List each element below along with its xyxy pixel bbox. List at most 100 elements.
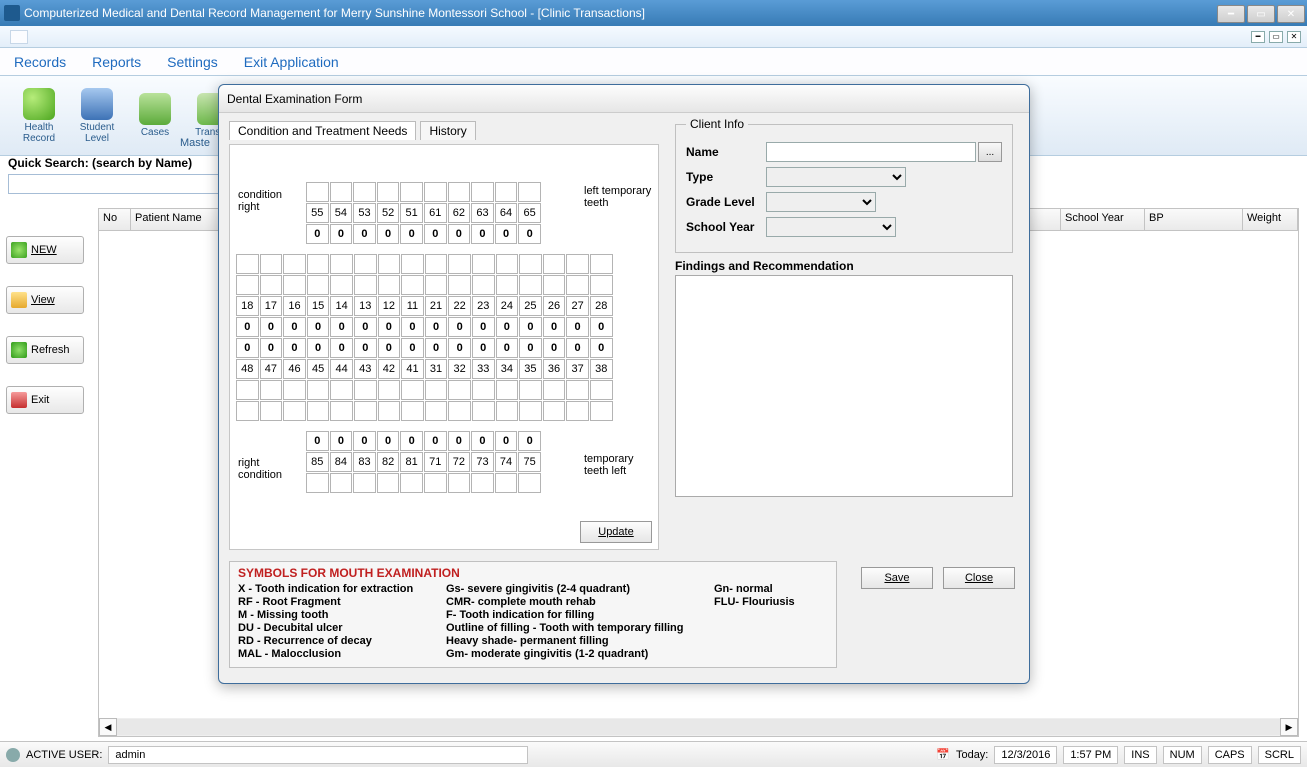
scroll-right-icon[interactable]: ▶ [1280,718,1298,736]
tooth-cell[interactable] [283,380,306,400]
tooth-cell[interactable] [448,401,471,421]
tooth-cell[interactable] [448,473,471,493]
tooth-cell[interactable] [401,380,424,400]
tooth-cell[interactable] [260,254,283,274]
tooth-cell[interactable] [425,401,448,421]
tooth-cell[interactable] [283,254,306,274]
tooth-cell[interactable] [495,473,518,493]
tooth-cell[interactable] [448,275,471,295]
tooth-cell[interactable] [496,275,519,295]
tooth-cell[interactable] [330,473,353,493]
tooth-cell[interactable] [330,401,353,421]
year-select[interactable] [766,217,896,237]
tooth-cell[interactable] [543,254,566,274]
tooth-cell[interactable] [401,401,424,421]
minimize-button[interactable]: ━ [1217,5,1245,23]
tooth-cell[interactable] [566,401,589,421]
tooth-cell[interactable] [472,254,495,274]
tooth-cell[interactable] [307,401,330,421]
tooth-cell[interactable] [519,401,542,421]
tooth-cell[interactable] [543,401,566,421]
app-menu-icon[interactable] [10,30,28,44]
col-bp[interactable]: BP [1145,209,1243,230]
tooth-cell[interactable] [401,254,424,274]
tooth-cell[interactable] [307,254,330,274]
menu-settings[interactable]: Settings [167,54,218,70]
tooth-cell[interactable] [424,473,447,493]
tooth-cell[interactable] [448,182,471,202]
close-button[interactable]: Close [943,567,1015,589]
tooth-cell[interactable] [590,401,613,421]
menu-exit[interactable]: Exit Application [244,54,339,70]
tooth-cell[interactable] [519,254,542,274]
tooth-cell[interactable] [236,254,259,274]
ribbon-cases[interactable]: Cases [126,93,184,138]
col-no[interactable]: No [99,209,131,230]
tooth-cell[interactable] [448,380,471,400]
tooth-cell[interactable] [307,380,330,400]
tooth-cell[interactable] [330,380,353,400]
tooth-cell[interactable] [471,473,494,493]
tooth-cell[interactable] [400,182,423,202]
tooth-cell[interactable] [353,473,376,493]
exit-button[interactable]: Exit [6,386,84,414]
tooth-cell[interactable] [518,473,541,493]
tooth-cell[interactable] [519,275,542,295]
update-button[interactable]: Update [580,521,652,543]
tooth-cell[interactable] [400,473,423,493]
mdi-minimize-button[interactable]: ━ [1251,31,1265,43]
tooth-cell[interactable] [353,182,376,202]
tooth-cell[interactable] [307,275,330,295]
name-input[interactable] [766,142,976,162]
ribbon-student-level[interactable]: Student Level [68,88,126,144]
type-select[interactable] [766,167,906,187]
tooth-cell[interactable] [448,254,471,274]
tooth-cell[interactable] [330,182,353,202]
scroll-left-icon[interactable]: ◀ [99,718,117,736]
grade-select[interactable] [766,192,876,212]
tooth-cell[interactable] [377,182,400,202]
tooth-cell[interactable] [354,275,377,295]
tooth-cell[interactable] [378,401,401,421]
browse-name-button[interactable]: ... [978,142,1002,162]
tooth-cell[interactable] [425,254,448,274]
tooth-cell[interactable] [377,473,400,493]
tooth-cell[interactable] [236,380,259,400]
tooth-cell[interactable] [495,182,518,202]
tooth-cell[interactable] [566,380,589,400]
tooth-cell[interactable] [425,380,448,400]
tooth-cell[interactable] [260,401,283,421]
tooth-cell[interactable] [378,275,401,295]
menu-records[interactable]: Records [14,54,66,70]
ribbon-health-record[interactable]: Health Record [10,88,68,144]
save-button[interactable]: Save [861,567,933,589]
tooth-cell[interactable] [590,380,613,400]
tooth-cell[interactable] [354,380,377,400]
tooth-cell[interactable] [378,254,401,274]
refresh-button[interactable]: Refresh [6,336,84,364]
tab-condition[interactable]: Condition and Treatment Needs [229,121,416,140]
maximize-button[interactable]: ▭ [1247,5,1275,23]
menu-reports[interactable]: Reports [92,54,141,70]
tooth-cell[interactable] [472,401,495,421]
tooth-cell[interactable] [306,182,329,202]
tooth-cell[interactable] [425,275,448,295]
tab-history[interactable]: History [420,121,475,140]
horizontal-scrollbar[interactable]: ◀ ▶ [99,718,1298,736]
tooth-cell[interactable] [472,275,495,295]
tooth-cell[interactable] [566,275,589,295]
tooth-cell[interactable] [330,275,353,295]
tooth-cell[interactable] [590,254,613,274]
mdi-restore-button[interactable]: ▭ [1269,31,1283,43]
tooth-cell[interactable] [306,473,329,493]
view-button[interactable]: View [6,286,84,314]
scroll-track[interactable] [117,719,1280,735]
tooth-cell[interactable] [496,401,519,421]
tooth-cell[interactable] [401,275,424,295]
col-schoolyear[interactable]: School Year [1061,209,1145,230]
tooth-cell[interactable] [496,254,519,274]
tooth-cell[interactable] [424,182,447,202]
tooth-cell[interactable] [518,182,541,202]
tooth-cell[interactable] [354,254,377,274]
tooth-cell[interactable] [283,275,306,295]
